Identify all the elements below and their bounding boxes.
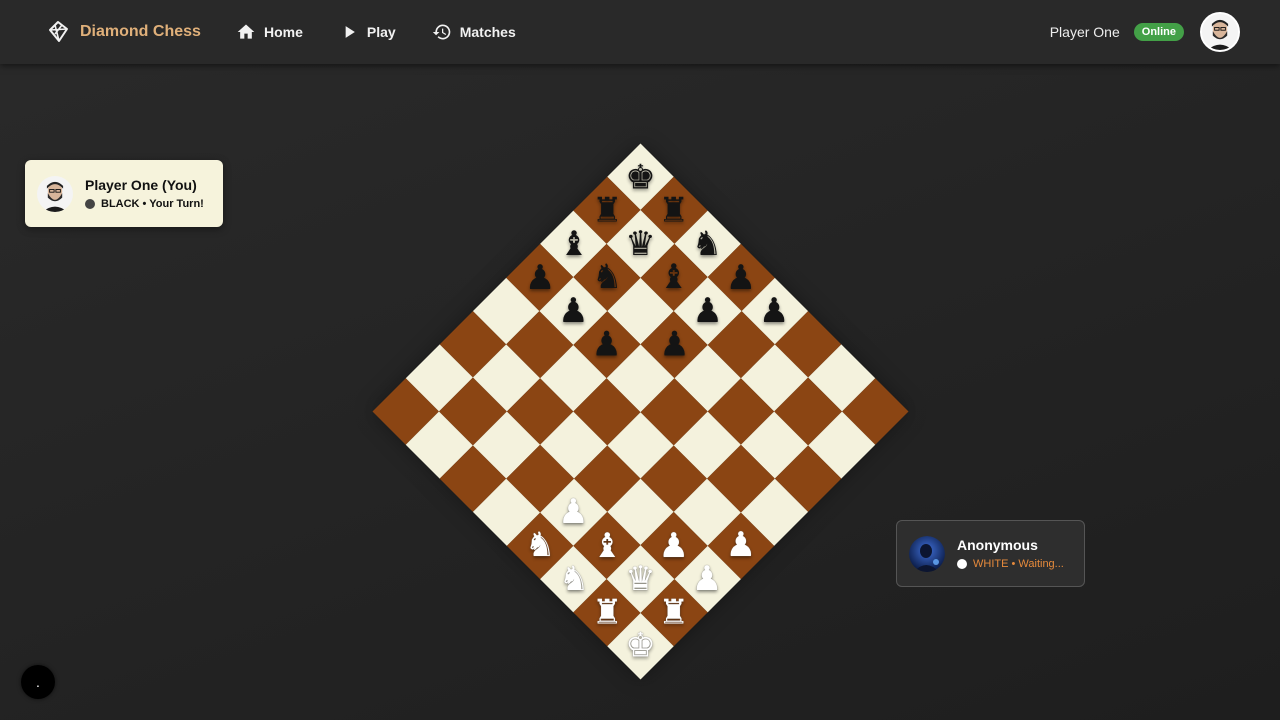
anonymous-avatar-icon (909, 535, 945, 572)
black-pawn-icon[interactable]: ♟ (658, 324, 688, 364)
black-color-dot (85, 199, 95, 209)
opponent-status-text: WHITE • Waiting... (973, 558, 1064, 570)
opponent-avatar (909, 535, 945, 572)
nav-play[interactable]: Play (339, 22, 396, 42)
diamond-board-area: ♚ ♜ ♞ ♟ ♟ ♜ ♛ ♝ ♟ ♝ ♞ ♟ ♟ ♟ ♟ ♟ ♟ ♟ ♟ ♝ ♛ ♜ ♞ ♞ ♜ ♚ (372, 143, 908, 679)
white-pawn-icon[interactable]: ♟ (558, 491, 588, 531)
white-color-dot (957, 559, 967, 569)
person-avatar-icon (1202, 14, 1238, 50)
white-knight-icon[interactable]: ♞ (524, 525, 554, 565)
nav-links: Home Play Matches (236, 0, 552, 64)
nav-home[interactable]: Home (236, 22, 303, 42)
black-rook-icon[interactable]: ♜ (591, 190, 621, 230)
black-bishop-icon[interactable]: ♝ (658, 257, 688, 297)
opponent-status: WHITE • Waiting... (957, 558, 1064, 570)
white-pawn-icon[interactable]: ♟ (658, 525, 688, 565)
user-area: Player One Online (1050, 0, 1240, 64)
white-pawn-icon[interactable]: ♟ (692, 558, 722, 598)
black-king-icon[interactable]: ♚ (625, 157, 655, 197)
my-player-card: Player One (You) BLACK • Your Turn! (25, 160, 223, 227)
home-icon (237, 24, 255, 39)
white-rook-icon[interactable]: ♜ (591, 592, 621, 632)
play-icon (345, 26, 355, 38)
black-pawn-icon[interactable]: ♟ (558, 291, 588, 331)
black-pawn-icon[interactable]: ♟ (524, 257, 554, 297)
white-knight-icon[interactable]: ♞ (558, 558, 588, 598)
my-status-text: BLACK • Your Turn! (101, 198, 204, 210)
white-bishop-icon[interactable]: ♝ (591, 525, 621, 565)
opponent-name: Anonymous (957, 537, 1038, 553)
white-pawn-icon[interactable]: ♟ (725, 525, 755, 565)
white-rook-icon[interactable]: ♜ (658, 592, 688, 632)
diamond-logo-icon (49, 21, 68, 42)
navbar: Diamond Chess Home Play Matches Player O… (0, 0, 1280, 64)
nav-home-label: Home (264, 24, 303, 40)
floating-action-button[interactable]: . (21, 665, 55, 699)
nav-username: Player One (1049, 24, 1120, 40)
black-bishop-icon[interactable]: ♝ (558, 224, 588, 264)
fab-label: . (36, 674, 40, 690)
black-knight-icon[interactable]: ♞ (692, 224, 722, 264)
black-queen-icon[interactable]: ♛ (625, 224, 655, 264)
my-player-status: BLACK • Your Turn! (85, 198, 204, 210)
white-queen-icon[interactable]: ♛ (625, 558, 655, 598)
nav-matches-label: Matches (459, 24, 516, 40)
brand-name: Diamond Chess (80, 23, 201, 40)
user-avatar[interactable] (1200, 12, 1240, 52)
history-icon (432, 24, 451, 40)
black-rook-icon[interactable]: ♜ (658, 190, 688, 230)
chess-board[interactable]: ♚ ♜ ♞ ♟ ♟ ♜ ♛ ♝ ♟ ♝ ♞ ♟ ♟ ♟ ♟ ♟ ♟ ♟ ♟ ♝ ♛ ♜ ♞ ♞ ♜ ♚ (372, 143, 908, 679)
black-pawn-icon[interactable]: ♟ (591, 324, 621, 364)
black-knight-icon[interactable]: ♞ (591, 257, 621, 297)
nav-play-label: Play (366, 24, 396, 40)
person-avatar-icon (37, 175, 73, 212)
white-king-icon[interactable]: ♚ (625, 625, 655, 665)
my-player-name: Player One (You) (85, 177, 197, 193)
nav-matches[interactable]: Matches (432, 22, 516, 42)
brand-link[interactable]: Diamond Chess (46, 0, 201, 64)
black-pawn-icon[interactable]: ♟ (759, 291, 789, 331)
black-pawn-icon[interactable]: ♟ (692, 291, 722, 331)
opponent-player-card: Anonymous WHITE • Waiting... (896, 520, 1085, 587)
my-avatar (37, 175, 73, 212)
online-status-badge: Online (1133, 23, 1184, 41)
black-pawn-icon[interactable]: ♟ (725, 257, 755, 297)
